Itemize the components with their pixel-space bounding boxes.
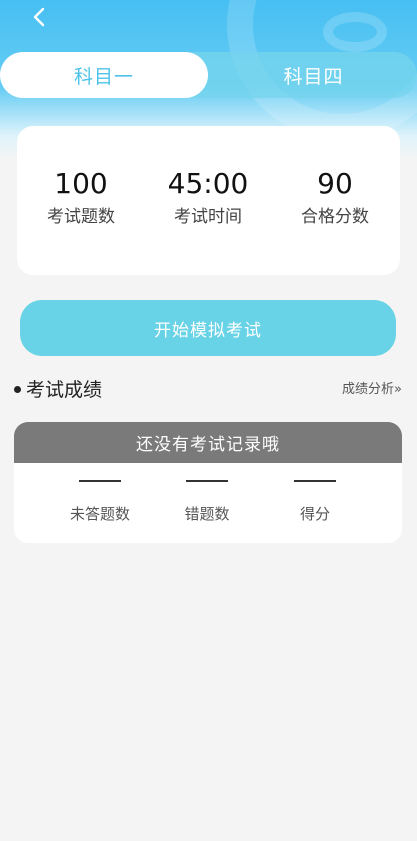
stat-value: 100 xyxy=(54,167,108,200)
stat-value: 90 xyxy=(317,167,353,200)
stat-label: 考试题数 xyxy=(47,207,115,227)
subject-tabs: 科目四 科目一 xyxy=(0,52,417,98)
exam-record-card: 还没有考试记录哦 未答题数 错题数 得分 xyxy=(14,422,402,543)
start-mock-exam-button[interactable]: 开始模拟考试 xyxy=(20,300,396,356)
section-title: 考试成绩 xyxy=(26,379,103,401)
stat-label: 合格分数 xyxy=(301,207,369,227)
stat-label: 考试时间 xyxy=(174,207,242,227)
empty-message: 还没有考试记录哦 xyxy=(136,435,280,455)
record-score: 得分 xyxy=(261,480,369,524)
record-label: 得分 xyxy=(299,505,330,523)
empty-value-dash xyxy=(294,480,336,482)
record-label: 错题数 xyxy=(184,505,230,523)
empty-value-dash xyxy=(79,480,121,482)
back-button[interactable] xyxy=(24,2,54,32)
stat-passing-score: 90 合格分数 xyxy=(271,166,399,230)
stat-question-count: 100 考试题数 xyxy=(17,166,145,230)
score-analysis-link[interactable]: 成绩分析» xyxy=(342,380,402,400)
chevron-left-icon xyxy=(33,7,45,27)
record-empty-banner: 还没有考试记录哦 xyxy=(14,422,402,463)
tab-label: 科目四 xyxy=(283,65,344,88)
steering-wheel-hub-decoration xyxy=(323,12,387,52)
stat-exam-time: 45:00 考试时间 xyxy=(144,166,272,230)
exam-info-card: 100 考试题数 45:00 考试时间 90 合格分数 xyxy=(17,126,400,275)
start-button-label: 开始模拟考试 xyxy=(154,320,262,341)
record-label: 未答题数 xyxy=(69,505,130,523)
stat-value: 45:00 xyxy=(167,167,249,200)
exam-results-header: 考试成绩 成绩分析» xyxy=(14,376,404,406)
record-unanswered: 未答题数 xyxy=(46,480,154,524)
bullet-dot xyxy=(14,386,21,393)
record-wrong: 错题数 xyxy=(153,480,261,524)
tab-subject-one[interactable]: 科目一 xyxy=(0,52,208,98)
tab-label: 科目一 xyxy=(73,65,134,88)
empty-value-dash xyxy=(186,480,228,482)
